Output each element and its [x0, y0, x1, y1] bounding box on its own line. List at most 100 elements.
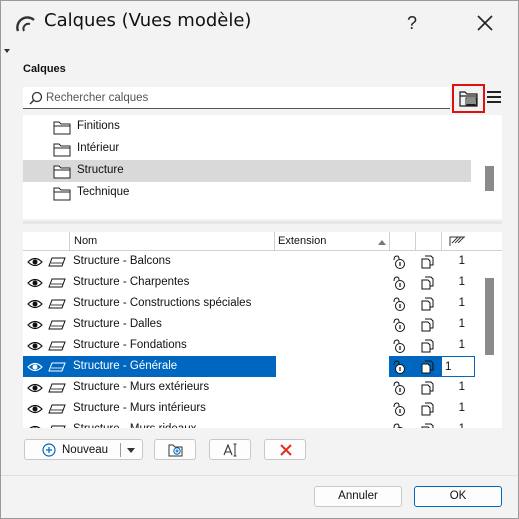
- wireframe-icon[interactable]: [419, 296, 435, 312]
- wireframe-icon[interactable]: [419, 317, 435, 333]
- ok-button[interactable]: OK: [414, 486, 502, 507]
- cancel-button[interactable]: Annuler: [314, 486, 402, 507]
- chevron-down-icon[interactable]: [127, 448, 135, 453]
- lock-icon[interactable]: [48, 424, 66, 428]
- folder-item[interactable]: Intérieur: [23, 138, 471, 160]
- lock-icon[interactable]: [48, 382, 66, 394]
- solo-icon[interactable]: [391, 338, 407, 354]
- layer-extension[interactable]: [276, 419, 389, 428]
- solo-icon[interactable]: [391, 380, 407, 396]
- folder-item[interactable]: Structure: [23, 160, 471, 182]
- eye-icon[interactable]: [27, 382, 43, 394]
- eye-icon[interactable]: [27, 298, 43, 310]
- table-row[interactable]: Structure - Dalles 1: [23, 314, 475, 335]
- add-circle-icon: [42, 443, 56, 457]
- rename-button[interactable]: [209, 439, 251, 460]
- table-row[interactable]: Structure - Fondations 1: [23, 335, 475, 356]
- solo-icon[interactable]: [391, 359, 407, 375]
- intersection-group-value[interactable]: 1: [441, 356, 475, 377]
- solo-icon[interactable]: [391, 275, 407, 291]
- lock-icon[interactable]: [48, 277, 66, 289]
- layer-extension[interactable]: [276, 272, 389, 293]
- intersection-group-value[interactable]: 1: [441, 255, 475, 267]
- layer-extension[interactable]: [276, 251, 389, 272]
- delete-button[interactable]: [264, 439, 306, 460]
- search-box[interactable]: [23, 87, 450, 109]
- wireframe-icon[interactable]: [419, 359, 435, 375]
- eye-icon[interactable]: [27, 424, 43, 428]
- folder-view-button[interactable]: [452, 84, 485, 113]
- lock-icon[interactable]: [48, 319, 66, 331]
- column-separator[interactable]: [274, 232, 275, 251]
- intersection-group-value[interactable]: 1: [441, 276, 475, 288]
- solo-icon[interactable]: [391, 422, 407, 428]
- solo-icon[interactable]: [391, 296, 407, 312]
- wireframe-icon[interactable]: [419, 380, 435, 396]
- layer-extension[interactable]: [276, 293, 389, 314]
- wireframe-icon[interactable]: [419, 401, 435, 417]
- lock-icon[interactable]: [48, 403, 66, 415]
- intersection-group-value[interactable]: 1: [441, 297, 475, 309]
- eye-icon[interactable]: [27, 361, 43, 373]
- folder-item[interactable]: Finitions: [23, 116, 471, 138]
- solo-icon[interactable]: [391, 401, 407, 417]
- close-icon[interactable]: [465, 7, 505, 39]
- table-row[interactable]: Structure - Murs extérieurs 1: [23, 377, 475, 398]
- help-button[interactable]: ?: [395, 7, 429, 39]
- intersection-group-value[interactable]: 1: [441, 318, 475, 330]
- new-folder-button[interactable]: [154, 439, 196, 460]
- layer-extension[interactable]: [276, 377, 389, 398]
- lock-icon[interactable]: [48, 256, 66, 268]
- eye-icon[interactable]: [27, 403, 43, 415]
- options-menu-icon[interactable]: [487, 91, 501, 105]
- table-row[interactable]: Structure - Murs rideaux 1: [23, 419, 475, 428]
- new-layer-button[interactable]: Nouveau: [24, 439, 143, 460]
- intersection-group-value[interactable]: 1: [441, 423, 475, 428]
- intersection-group-value[interactable]: 1: [441, 402, 475, 414]
- folder-label: Structure: [77, 164, 124, 176]
- layer-extension[interactable]: [276, 314, 389, 335]
- layer-extension[interactable]: [276, 356, 389, 377]
- lock-icon[interactable]: [48, 298, 66, 310]
- table-row[interactable]: Structure - Murs intérieurs 1: [23, 398, 475, 419]
- folder-icon: [53, 165, 71, 179]
- intersection-group-icon[interactable]: [448, 235, 466, 247]
- intersection-group-value[interactable]: 1: [441, 381, 475, 393]
- column-separator[interactable]: [441, 232, 442, 251]
- column-separator[interactable]: [389, 232, 390, 251]
- eye-icon[interactable]: [27, 319, 43, 331]
- wireframe-icon[interactable]: [419, 338, 435, 354]
- folder-list-icon: [459, 91, 478, 107]
- column-separator[interactable]: [415, 232, 416, 251]
- dialog-title: Calques (Vues modèle): [44, 10, 252, 31]
- table-row[interactable]: Structure - Générale 1: [23, 356, 475, 377]
- layer-extension[interactable]: [276, 398, 389, 419]
- wireframe-icon[interactable]: [419, 275, 435, 291]
- table-row[interactable]: Structure - Constructions spéciales 1: [23, 293, 475, 314]
- column-separator[interactable]: [69, 232, 70, 251]
- wireframe-icon[interactable]: [419, 254, 435, 270]
- title-bar: Calques (Vues modèle) ?: [1, 1, 518, 45]
- eye-icon[interactable]: [27, 277, 43, 289]
- layer-table-scrollbar[interactable]: [485, 278, 494, 355]
- lock-icon[interactable]: [48, 340, 66, 352]
- search-input[interactable]: [46, 89, 446, 107]
- layer-extension[interactable]: [276, 335, 389, 356]
- folder-item[interactable]: Technique: [23, 182, 471, 204]
- column-header-name[interactable]: Nom: [74, 235, 97, 247]
- eye-icon[interactable]: [27, 256, 43, 268]
- solo-icon[interactable]: [391, 254, 407, 270]
- solo-icon[interactable]: [391, 317, 407, 333]
- wireframe-icon[interactable]: [419, 422, 435, 428]
- table-row[interactable]: Structure - Charpentes 1: [23, 272, 475, 293]
- eye-icon[interactable]: [27, 340, 43, 352]
- delete-x-icon: [280, 444, 292, 456]
- table-row[interactable]: Structure - Balcons 1: [23, 251, 475, 272]
- new-layer-label: Nouveau: [62, 444, 109, 456]
- intersection-group-value[interactable]: 1: [441, 339, 475, 351]
- column-header-extension[interactable]: Extension: [278, 235, 326, 247]
- lock-icon[interactable]: [48, 361, 66, 373]
- folder-tree-scrollbar[interactable]: [485, 166, 494, 191]
- collapse-arrow-icon[interactable]: [4, 49, 10, 53]
- splitter[interactable]: [23, 221, 502, 224]
